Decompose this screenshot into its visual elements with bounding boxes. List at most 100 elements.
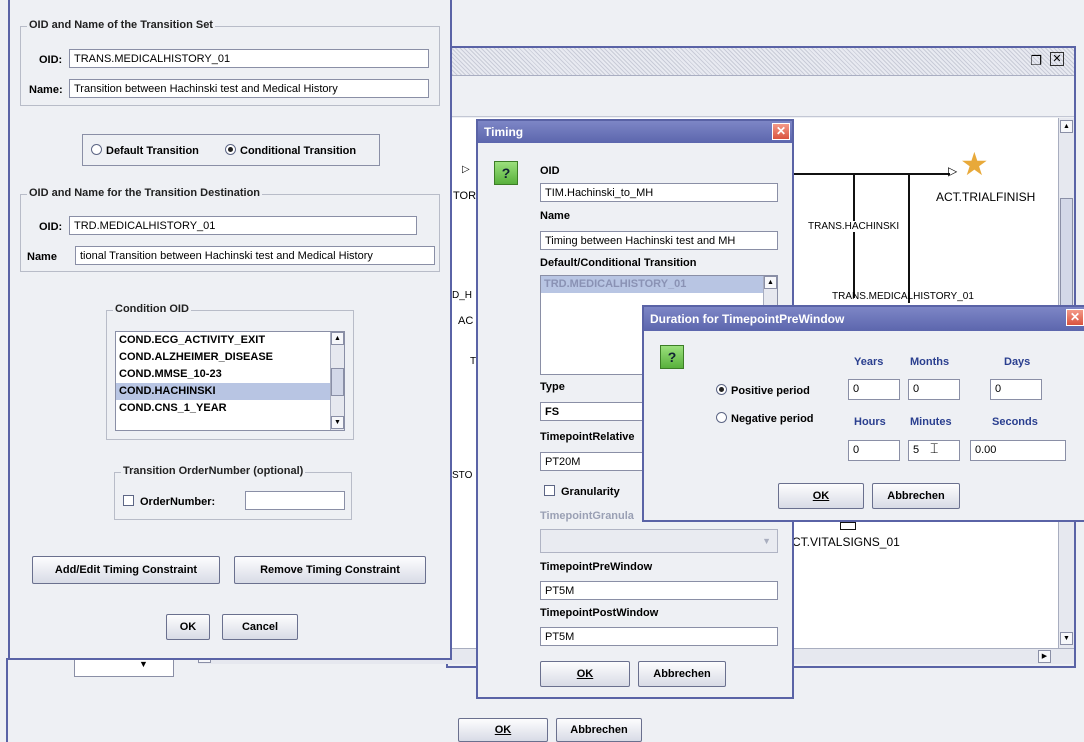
add-timing-button[interactable]: Add/Edit Timing Constraint [32, 556, 220, 584]
duration-ok-button[interactable]: OK [778, 483, 864, 509]
condition-group: Condition OID COND.ECG_ACTIVITY_EXIT CON… [106, 303, 354, 440]
dropdown-icon[interactable]: ▼ [139, 659, 148, 669]
default-transition-radio[interactable]: Default Transition [91, 144, 199, 157]
bottom-ok-button[interactable]: OK [458, 718, 548, 742]
dc-transition-item[interactable]: TRD.MEDICALHISTORY_01 [541, 276, 763, 293]
condition-scrollbar[interactable]: ▲ ▼ [330, 332, 344, 430]
default-transition-label: Default Transition [106, 145, 199, 157]
transition-set-dialog: OID and Name of the Transition Set OID: … [8, 0, 452, 660]
bottom-cancel-button[interactable]: Abbrechen [556, 718, 642, 742]
destination-legend: OID and Name for the Transition Destinat… [27, 187, 263, 199]
dropdown-icon: ▼ [762, 536, 771, 546]
postwindow-field[interactable]: PT5M [540, 627, 778, 646]
condition-list[interactable]: COND.ECG_ACTIVITY_EXIT COND.ALZHEIMER_DI… [115, 331, 345, 431]
timing-name-label: Name [540, 210, 570, 222]
dest-name-field[interactable]: tional Transition between Hachinski test… [75, 246, 435, 265]
destination-group: OID and Name for the Transition Destinat… [20, 187, 440, 272]
condition-item[interactable]: COND.CNS_1_YEAR [116, 400, 344, 417]
diagram-label-tor: TOR [453, 190, 477, 202]
arrow-head-icon: ▷ [462, 164, 470, 175]
diagram-line-v1 [908, 173, 910, 303]
days-label: Days [1004, 356, 1031, 368]
diagram-label-sto: STO [452, 470, 473, 481]
dest-name-label: Name [27, 251, 57, 263]
order-number-checkbox[interactable]: OrderNumber: [123, 495, 215, 508]
close-icon[interactable]: ✕ [1066, 309, 1084, 326]
condition-item[interactable]: COND.ALZHEIMER_DISEASE [116, 349, 344, 366]
transition-ok-button[interactable]: OK [166, 614, 210, 640]
transition-type-group: Default Transition Conditional Transitio… [82, 134, 380, 166]
timing-title: Timing [484, 125, 524, 139]
condition-item-selected[interactable]: COND.HACHINSKI [116, 383, 344, 400]
close-icon[interactable]: ✕ [1050, 52, 1064, 66]
scroll-up-icon[interactable]: ▲ [1060, 120, 1073, 133]
node-trans-medical[interactable]: TRANS.MEDICALHISTORY_01 [832, 291, 974, 302]
duration-dialog: Duration for TimepointPreWindow ✕ ? Year… [642, 305, 1084, 522]
remove-timing-button[interactable]: Remove Timing Constraint [234, 556, 426, 584]
seconds-field[interactable]: 0.00 [970, 440, 1066, 461]
node-box [840, 522, 856, 530]
conditional-transition-label: Conditional Transition [240, 145, 357, 157]
conditional-transition-radio[interactable]: Conditional Transition [225, 144, 356, 157]
arrow-head-icon: ▷ [948, 164, 958, 178]
transition-oid-field[interactable]: TRANS.MEDICALHISTORY_01 [69, 49, 429, 68]
seconds-label: Seconds [992, 416, 1038, 428]
diagram-label-ac: AC [458, 315, 474, 327]
node-vitalsigns[interactable]: CT.VITALSIGNS_01 [792, 535, 900, 549]
star-icon: ★ [960, 146, 989, 182]
scroll-up-icon[interactable]: ▲ [764, 276, 777, 289]
dest-oid-field[interactable]: TRD.MEDICALHISTORY_01 [69, 216, 417, 235]
scroll-thumb[interactable] [331, 368, 344, 396]
scroll-up-icon[interactable]: ▲ [331, 332, 344, 345]
relative-label: TimepointRelative [540, 431, 635, 443]
hours-field[interactable]: 0 [848, 440, 900, 461]
name-label: Name: [29, 84, 63, 96]
oid-label: OID: [39, 54, 63, 66]
positive-period-label: Positive period [731, 385, 810, 397]
scroll-right-icon[interactable]: ▶ [1038, 650, 1051, 663]
node-trans-hachinski[interactable]: TRANS.HACHINSKI [808, 221, 900, 232]
restore-icon[interactable]: ❐ [1030, 53, 1042, 69]
months-field[interactable]: 0 [908, 379, 960, 400]
hours-label: Hours [854, 416, 886, 428]
years-label: Years [854, 356, 884, 368]
granularity-checkbox[interactable]: Granularity [544, 485, 620, 498]
condition-item[interactable]: COND.MMSE_10-23 [116, 366, 344, 383]
transition-cancel-button[interactable]: Cancel [222, 614, 298, 640]
granularity-dropdown[interactable]: ▼ [540, 529, 778, 553]
checkbox-icon [123, 495, 134, 506]
order-group: Transition OrderNumber (optional) OrderN… [114, 465, 352, 520]
scroll-down-icon[interactable]: ▼ [331, 416, 344, 429]
timing-oid-field[interactable]: TIM.Hachinski_to_MH [540, 183, 778, 202]
timing-title-bar[interactable]: Timing ✕ [478, 121, 792, 143]
transition-name-field[interactable]: Transition between Hachinski test and Me… [69, 79, 429, 98]
granularity-label: Granularity [561, 486, 620, 498]
timing-ok-button[interactable]: OK [540, 661, 630, 687]
prewindow-label: TimepointPreWindow [540, 561, 653, 573]
positive-period-radio[interactable]: Positive period [716, 384, 810, 397]
negative-period-radio[interactable]: Negative period [716, 412, 814, 425]
radio-icon [716, 412, 727, 423]
node-trialfinish[interactable]: ACT.TRIALFINISH [936, 190, 1035, 204]
help-icon: ? [660, 345, 684, 369]
diagram-label-dh: D_H [452, 290, 473, 301]
months-label: Months [910, 356, 950, 368]
transition-set-group: OID and Name of the Transition Set OID: … [20, 19, 440, 106]
condition-item[interactable]: COND.ECG_ACTIVITY_EXIT [116, 332, 344, 349]
timing-oid-label: OID [540, 165, 560, 177]
duration-cancel-button[interactable]: Abbrechen [872, 483, 960, 509]
editor-title-bar[interactable]: ❐ ✕ [448, 48, 1074, 76]
diagram-line [790, 173, 950, 175]
timing-name-field[interactable]: Timing between Hachinski test and MH [540, 231, 778, 250]
type-label: Type [540, 381, 565, 393]
days-field[interactable]: 0 [990, 379, 1042, 400]
order-number-field[interactable] [245, 491, 345, 510]
years-field[interactable]: 0 [848, 379, 900, 400]
timing-cancel-button[interactable]: Abbrechen [638, 661, 726, 687]
negative-period-label: Negative period [731, 413, 814, 425]
close-icon[interactable]: ✕ [772, 123, 790, 140]
transition-set-legend: OID and Name of the Transition Set [27, 19, 215, 31]
prewindow-field[interactable]: PT5M [540, 581, 778, 600]
scroll-down-icon[interactable]: ▼ [1060, 632, 1073, 645]
duration-title-bar[interactable]: Duration for TimepointPreWindow ✕ [644, 307, 1084, 331]
